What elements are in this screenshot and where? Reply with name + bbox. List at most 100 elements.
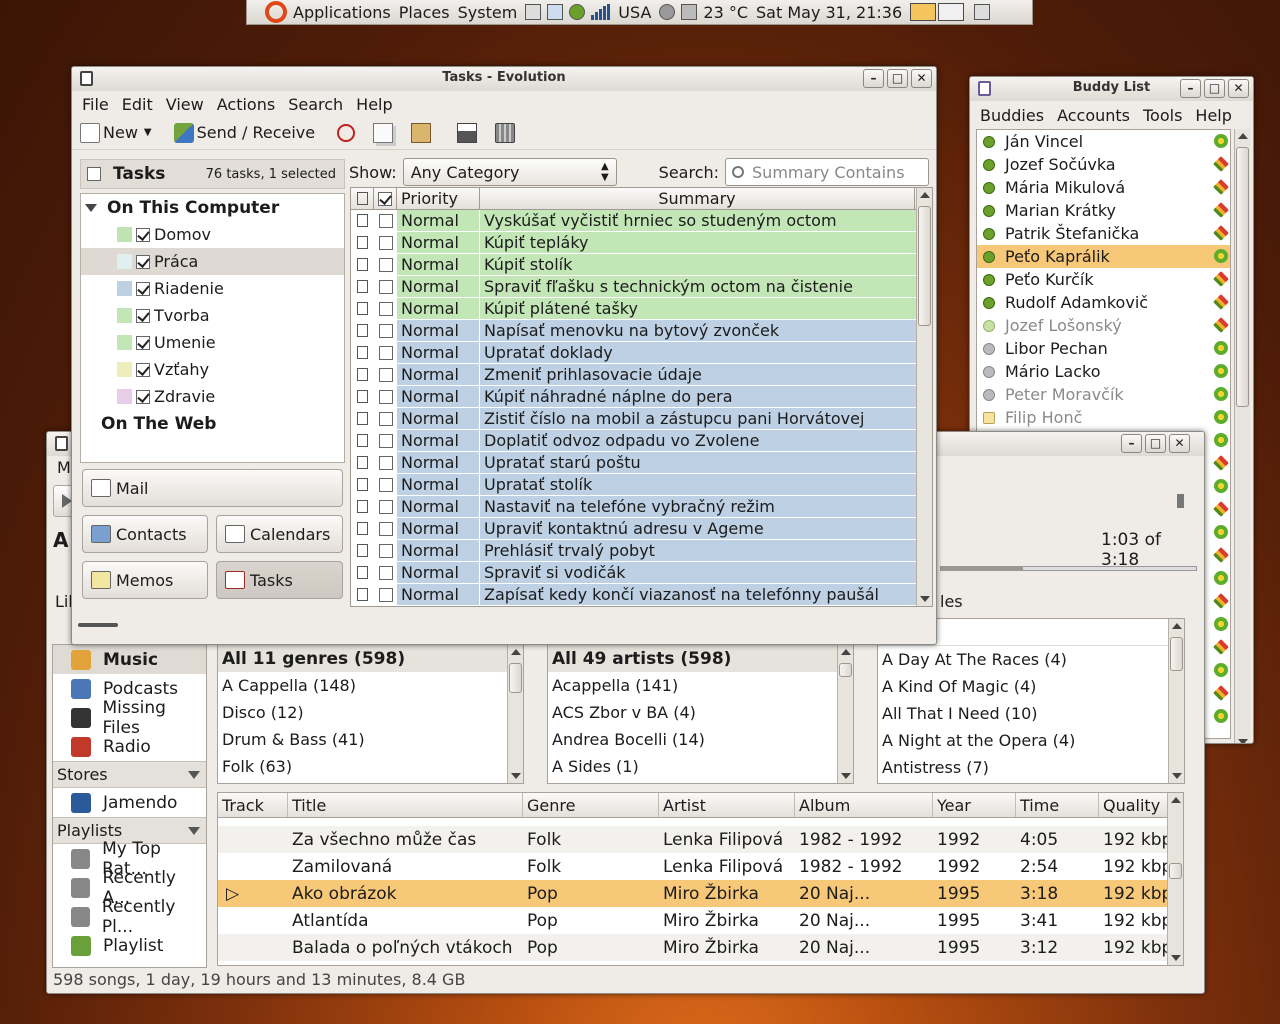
task-row[interactable]: Normal Prehlásiť trvalý pobyt	[351, 540, 932, 562]
keyboard-layout-indicator[interactable]: USA	[618, 3, 651, 22]
task-row[interactable]: Normal Kúpiť tepláky	[351, 232, 932, 254]
column-header-quality[interactable]: Quality	[1099, 793, 1177, 817]
source-item[interactable]: Music	[53, 645, 206, 674]
task-complete-cell[interactable]	[374, 210, 397, 231]
menu-file[interactable]: File	[82, 95, 109, 114]
buddy-item[interactable]: Filip Honč	[977, 406, 1230, 429]
artist-item[interactable]: ACS Zbor v BA (4)	[548, 699, 853, 726]
chevron-down-icon[interactable]: ▼	[144, 127, 152, 138]
column-header-title[interactable]: Title	[288, 793, 523, 817]
volume-icon[interactable]	[681, 4, 698, 20]
task-list-item[interactable]: Zdravie	[81, 383, 344, 410]
maximize-button[interactable]: □	[1204, 79, 1225, 98]
complete-checkbox[interactable]	[378, 587, 393, 602]
song-scrollbar[interactable]	[1167, 793, 1183, 965]
temperature-readout[interactable]: 23 °C	[703, 3, 748, 22]
task-list-item[interactable]: Umenie	[81, 329, 344, 356]
task-row[interactable]: Normal Zapísať kedy končí viazanosť na te…	[351, 584, 932, 606]
album-item[interactable]: A Kind Of Magic (4)	[878, 673, 1184, 700]
list-checkbox[interactable]	[136, 281, 150, 296]
complete-checkbox[interactable]	[378, 367, 393, 382]
workspace-1[interactable]	[910, 3, 937, 21]
menu-partial[interactable]: M	[57, 458, 71, 477]
complete-checkbox[interactable]	[378, 389, 393, 404]
buddy-item[interactable]: Mário Lacko	[977, 360, 1230, 383]
list-checkbox[interactable]	[136, 254, 150, 269]
complete-checkbox[interactable]	[378, 521, 393, 536]
genre-item[interactable]: Disco (12)	[218, 699, 523, 726]
song-row[interactable]: Balada o poľných vtákoch Pop Miro Žbirka 20…	[218, 934, 1183, 961]
switcher-mail[interactable]: Mail	[82, 469, 343, 507]
source-item[interactable]: Recently Pl...	[53, 897, 206, 937]
task-row[interactable]: Normal Upratať doklady	[351, 342, 932, 364]
category-combo[interactable]: Any Category ▲ ▼	[402, 158, 617, 186]
task-row[interactable]: Normal Spraviť si vodičák	[351, 562, 932, 584]
album-item[interactable]: A Night at the Opera (4)	[878, 727, 1184, 754]
complete-checkbox[interactable]	[378, 257, 393, 272]
column-header-artist[interactable]: Artist	[659, 793, 795, 817]
search-icon[interactable]	[732, 166, 745, 178]
list-checkbox[interactable]	[136, 389, 150, 404]
menu-accounts[interactable]: Accounts	[1057, 106, 1130, 125]
complete-checkbox[interactable]	[378, 213, 393, 228]
task-complete-cell[interactable]	[374, 276, 397, 297]
buddy-item[interactable]: Patrik Štefanička	[977, 222, 1230, 245]
menu-edit[interactable]: Edit	[122, 95, 153, 114]
genre-item[interactable]: Folk (63)	[218, 753, 523, 780]
task-row[interactable]: Normal Doplatiť odvoz odpadu vo Zvolene	[351, 430, 932, 452]
genre-item[interactable]: A Cappella (148)	[218, 672, 523, 699]
list-checkbox[interactable]	[136, 362, 150, 377]
complete-checkbox[interactable]	[378, 433, 393, 448]
complete-checkbox[interactable]	[378, 565, 393, 580]
copy-icon[interactable]	[373, 122, 394, 143]
update-notifier-icon[interactable]	[659, 4, 676, 20]
album-item[interactable]: All That I Need (10)	[878, 700, 1184, 727]
pidgin-tray-icon[interactable]	[569, 4, 586, 20]
album-scrollbar[interactable]	[1168, 619, 1184, 783]
buddy-scrollbar[interactable]	[1234, 129, 1250, 743]
switcher-contacts[interactable]: Contacts	[82, 515, 208, 553]
complete-checkbox[interactable]	[378, 477, 393, 492]
buddy-item[interactable]: Libor Pechan	[977, 337, 1230, 360]
task-list-item[interactable]: Tvorba	[81, 302, 344, 329]
menu-help[interactable]: Help	[356, 95, 392, 114]
column-header-time[interactable]: Time	[1016, 793, 1099, 817]
task-row[interactable]: Normal Upratať stolík	[351, 474, 932, 496]
complete-checkbox[interactable]	[378, 323, 393, 338]
scroll-thumb[interactable]	[1236, 147, 1249, 407]
complete-checkbox[interactable]	[378, 455, 393, 470]
task-row[interactable]: Normal Spraviť fľašku s technickým octom …	[351, 276, 932, 298]
column-header-genre[interactable]: Genre	[523, 793, 659, 817]
task-complete-cell[interactable]	[374, 496, 397, 517]
delete-icon[interactable]	[495, 122, 516, 143]
task-list-item[interactable]: Riadenie	[81, 275, 344, 302]
print-icon[interactable]	[457, 122, 478, 143]
artist-all[interactable]: All 49 artists (598)	[548, 645, 853, 672]
task-list-item[interactable]: Domov	[81, 221, 344, 248]
buddy-item[interactable]: Jozef Sočúvka	[977, 153, 1230, 176]
buddy-item[interactable]: Peťo Kurčík	[977, 268, 1230, 291]
search-input[interactable]: Summary Contains	[725, 158, 929, 186]
task-scrollbar[interactable]	[916, 188, 932, 606]
task-complete-cell[interactable]	[374, 320, 397, 341]
complete-checkbox[interactable]	[378, 543, 393, 558]
task-list-item[interactable]: Vzťahy	[81, 356, 344, 383]
task-row[interactable]: Normal Upratať starú poštu	[351, 452, 932, 474]
buddy-list-titlebar[interactable]: Buddy List – □ ✕	[970, 77, 1253, 101]
browser-tab-partial[interactable]: les	[940, 592, 963, 611]
task-complete-cell[interactable]	[374, 232, 397, 253]
source-item[interactable]: Jamendo	[53, 788, 206, 817]
task-row[interactable]: Normal Kúpiť plátené tašky	[351, 298, 932, 320]
group-on-this-computer[interactable]: On This Computer	[81, 194, 344, 221]
scroll-down-icon[interactable]	[920, 596, 930, 602]
task-list-item[interactable]: Práca	[81, 248, 344, 275]
menu-tools[interactable]: Tools	[1143, 106, 1182, 125]
group-on-the-web[interactable]: On The Web	[81, 410, 344, 437]
complete-checkbox[interactable]	[378, 411, 393, 426]
scroll-up-icon[interactable]	[920, 192, 930, 198]
switcher-memos[interactable]: Memos	[82, 561, 208, 599]
menu-search[interactable]: Search	[288, 95, 343, 114]
show-desktop-icon[interactable]	[974, 4, 991, 20]
complete-checkbox[interactable]	[378, 499, 393, 514]
workspace-2[interactable]	[938, 3, 965, 21]
